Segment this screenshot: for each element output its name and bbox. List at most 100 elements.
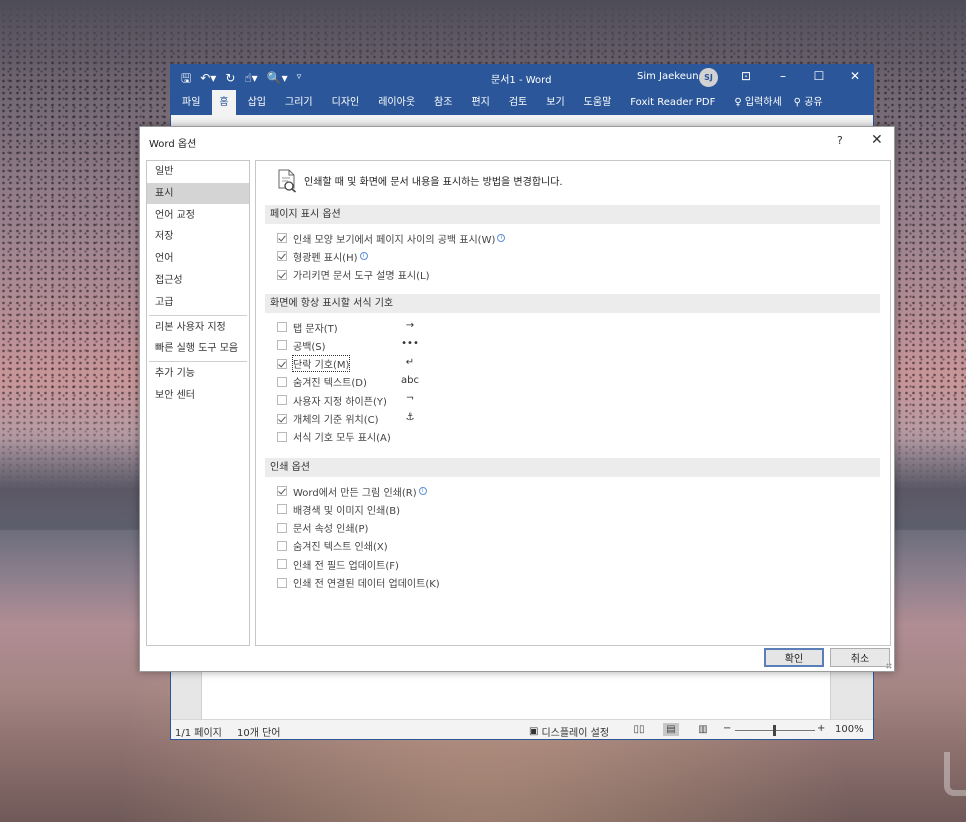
nav-item[interactable]: 저장 (147, 226, 249, 247)
tab-help[interactable]: 도움말 (584, 90, 612, 115)
tab-design[interactable]: 디자인 (332, 90, 360, 115)
option-row[interactable]: Word에서 만든 그림 인쇄(R) i (277, 483, 427, 499)
nav-item[interactable]: 일반 (147, 161, 249, 182)
close-icon[interactable]: ✕ (845, 69, 865, 83)
redo-icon[interactable]: ↻ (225, 72, 235, 84)
option-row[interactable]: 공백(S) (277, 337, 326, 353)
dialog-close-icon[interactable]: ✕ (871, 132, 883, 148)
checkbox-checked[interactable] (277, 413, 287, 424)
checkbox-unchecked[interactable] (277, 431, 287, 442)
user-name[interactable]: Sim Jaekeun (637, 71, 699, 82)
option-label[interactable]: 탭 문자(T) (293, 320, 338, 335)
option-row[interactable]: 인쇄 전 연결된 데이터 업데이트(K) (277, 575, 440, 591)
option-row[interactable]: 배경색 및 이미지 인쇄(B) (277, 501, 400, 517)
nav-item[interactable]: 언어 교정 (147, 205, 249, 226)
option-row[interactable]: 사용자 지정 하이픈(Y) (277, 392, 387, 408)
tab-view[interactable]: 보기 (546, 90, 564, 115)
tab-layout[interactable]: 레이아웃 (378, 90, 415, 115)
help-icon[interactable]: ? (837, 134, 843, 147)
option-row[interactable]: 인쇄 전 필드 업데이트(F) (277, 556, 399, 572)
cancel-button[interactable]: 취소 (830, 648, 890, 667)
option-label[interactable]: 배경색 및 이미지 인쇄(B) (293, 502, 400, 517)
nav-item[interactable]: 보안 센터 (147, 385, 249, 406)
option-label[interactable]: 공백(S) (293, 338, 326, 353)
option-row[interactable]: 숨겨진 텍스트 인쇄(X) (277, 538, 388, 554)
tab-review[interactable]: 검토 (509, 90, 527, 115)
option-label[interactable]: 숨겨진 텍스트(D) (293, 374, 367, 389)
tab-foxit[interactable]: Foxit Reader PDF (630, 90, 715, 115)
nav-item[interactable]: 추가 기능 (147, 363, 249, 384)
option-label[interactable]: 개체의 기준 위치(C) (293, 411, 379, 426)
checkbox-unchecked[interactable] (277, 322, 287, 332)
option-row[interactable]: 문서 속성 인쇄(P) (277, 520, 368, 536)
checkbox-unchecked[interactable] (277, 395, 287, 406)
option-label[interactable]: 숨겨진 텍스트 인쇄(X) (293, 538, 388, 553)
option-label[interactable]: 단락 기호(M) (291, 355, 351, 373)
ribbon-display-options-icon[interactable]: ⊡ (736, 69, 756, 83)
zoom-level[interactable]: 100% (835, 724, 864, 735)
option-label[interactable]: 서식 기호 모두 표시(A) (293, 429, 391, 444)
option-label[interactable]: Word에서 만든 그림 인쇄(R) (293, 484, 417, 499)
option-label[interactable]: 형광펜 표시(H) (293, 249, 358, 264)
tell-me[interactable]: ♀ 입력하세 (734, 90, 781, 115)
zoom-slider-thumb[interactable] (773, 725, 776, 736)
option-row[interactable]: 탭 문자(T) (277, 319, 338, 335)
option-row[interactable]: 숨겨진 텍스트(D) (277, 374, 367, 390)
tab-file[interactable]: 파일 (182, 90, 200, 115)
print-preview-icon[interactable]: 🔍▾ (267, 72, 288, 84)
web-layout-icon[interactable]: ▥ (695, 723, 711, 736)
checkbox-checked[interactable] (277, 358, 287, 369)
checkbox-checked[interactable] (277, 486, 287, 496)
share-button[interactable]: ⚲ 공유 (794, 90, 823, 115)
touch-mode-icon[interactable]: ☝▾ (244, 72, 257, 84)
zoom-in-button[interactable]: + (817, 723, 825, 734)
checkbox-checked[interactable] (277, 251, 287, 262)
option-row[interactable]: 인쇄 모양 보기에서 페이지 사이의 공백 표시(W) i (277, 230, 506, 246)
page-count[interactable]: 1/1 페이지 (175, 724, 222, 739)
option-label[interactable]: 가리키면 문서 도구 설명 표시(L) (293, 267, 430, 282)
option-row[interactable]: 개체의 기준 위치(C) (277, 411, 379, 427)
option-row[interactable]: 형광펜 표시(H) i (277, 248, 368, 264)
nav-item[interactable]: 언어 (147, 248, 249, 269)
undo-icon[interactable]: ↶▾ (200, 72, 216, 84)
ok-button[interactable]: 확인 (764, 648, 824, 667)
checkbox-checked[interactable] (277, 269, 287, 280)
checkbox-unchecked[interactable] (277, 577, 287, 588)
avatar[interactable]: SJ (699, 68, 718, 87)
nav-item[interactable]: 고급 (147, 292, 249, 313)
nav-item[interactable]: 접근성 (147, 270, 249, 291)
resize-grip[interactable] (886, 663, 892, 669)
checkbox-unchecked[interactable] (277, 340, 287, 351)
checkbox-unchecked[interactable] (277, 504, 287, 515)
print-layout-icon[interactable]: ▤ (663, 723, 679, 736)
option-row[interactable]: 단락 기호(M) (277, 355, 351, 373)
tab-mailings[interactable]: 편지 (471, 90, 489, 115)
tab-draw[interactable]: 그리기 (285, 90, 313, 115)
option-label[interactable]: 인쇄 전 연결된 데이터 업데이트(K) (293, 575, 440, 590)
minimize-icon[interactable]: – (773, 69, 793, 83)
option-label[interactable]: 인쇄 모양 보기에서 페이지 사이의 공백 표시(W) (293, 231, 495, 246)
checkbox-unchecked[interactable] (277, 376, 287, 387)
tab-references[interactable]: 참조 (434, 90, 452, 115)
nav-item[interactable]: 빠른 실행 도구 모음 (147, 338, 249, 359)
maximize-icon[interactable]: ☐ (809, 69, 829, 83)
option-row[interactable]: 서식 기호 모두 표시(A) (277, 429, 391, 445)
option-label[interactable]: 문서 속성 인쇄(P) (293, 520, 368, 535)
option-row[interactable]: 가리키면 문서 도구 설명 표시(L) (277, 267, 430, 283)
nav-item[interactable]: 리본 사용자 지정 (147, 317, 249, 338)
checkbox-unchecked[interactable] (277, 540, 287, 551)
read-mode-icon[interactable]: ▯▯ (631, 723, 647, 736)
checkbox-unchecked[interactable] (277, 559, 287, 570)
nav-item[interactable]: 표시 (147, 182, 249, 204)
checkbox-checked[interactable] (277, 233, 287, 243)
save-icon[interactable]: 🖫 (181, 72, 191, 84)
tab-home[interactable]: 홈 (212, 90, 236, 115)
zoom-out-button[interactable]: − (723, 723, 731, 734)
option-label[interactable]: 사용자 지정 하이픈(Y) (293, 393, 387, 408)
checkbox-unchecked[interactable] (277, 522, 287, 533)
display-settings[interactable]: ▣ 디스플레이 설정 (529, 724, 609, 739)
customize-qat-icon[interactable]: ▿ (297, 73, 302, 82)
tab-insert[interactable]: 삽입 (248, 90, 266, 115)
option-label[interactable]: 인쇄 전 필드 업데이트(F) (293, 557, 399, 572)
word-count[interactable]: 10개 단어 (237, 724, 281, 739)
